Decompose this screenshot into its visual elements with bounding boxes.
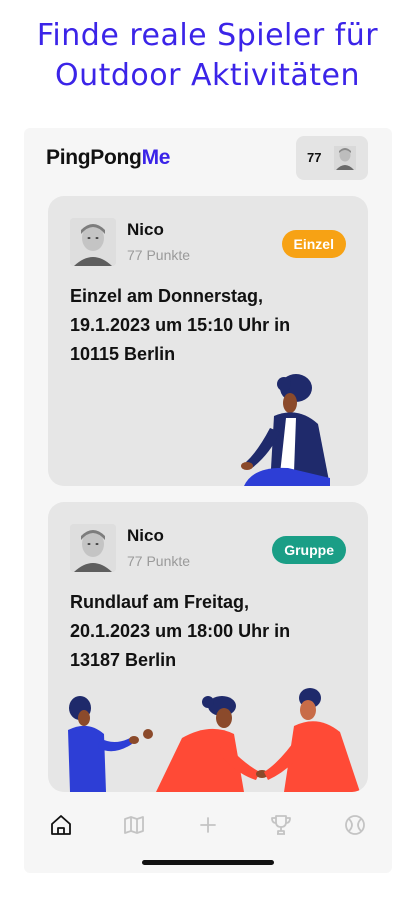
app-screen: PingPongMe 77 Nico 77 Punkte Einzel Einz… (24, 128, 392, 873)
app-logo: PingPongMe (46, 146, 170, 170)
home-icon (51, 815, 71, 835)
match-card[interactable]: Nico 77 Punkte Einzel Einzel am Donnerst… (48, 196, 368, 486)
map-icon (124, 816, 144, 834)
app-header: PingPongMe 77 (24, 128, 392, 190)
nav-add[interactable] (193, 810, 223, 840)
promo-headline-line2: Outdoor Aktivitäten (55, 58, 360, 93)
score-value: 77 (307, 150, 322, 165)
bottom-navigation (24, 800, 392, 856)
plus-icon (200, 817, 216, 833)
match-card[interactable]: Nico 77 Punkte Gruppe Rundlauf am Freita… (48, 502, 368, 792)
promo-headline: Finde reale Spieler für Outdoor Aktivitä… (0, 16, 415, 96)
logo-text-main: PingPong (46, 146, 142, 169)
profile-score-button[interactable]: 77 (296, 136, 368, 180)
home-indicator-bar[interactable] (142, 860, 274, 865)
profile-avatar (334, 146, 356, 170)
nav-map[interactable] (119, 810, 149, 840)
nav-home[interactable] (46, 810, 76, 840)
group-players-illustration (68, 688, 360, 792)
trophy-icon (271, 815, 291, 835)
single-player-illustration (241, 374, 330, 486)
promo-headline-line1: Finde reale Spieler für (36, 18, 379, 53)
nav-play[interactable] (340, 810, 370, 840)
logo-text-accent: Me (141, 146, 171, 169)
nav-trophies[interactable] (266, 810, 296, 840)
ball-icon (345, 815, 365, 835)
